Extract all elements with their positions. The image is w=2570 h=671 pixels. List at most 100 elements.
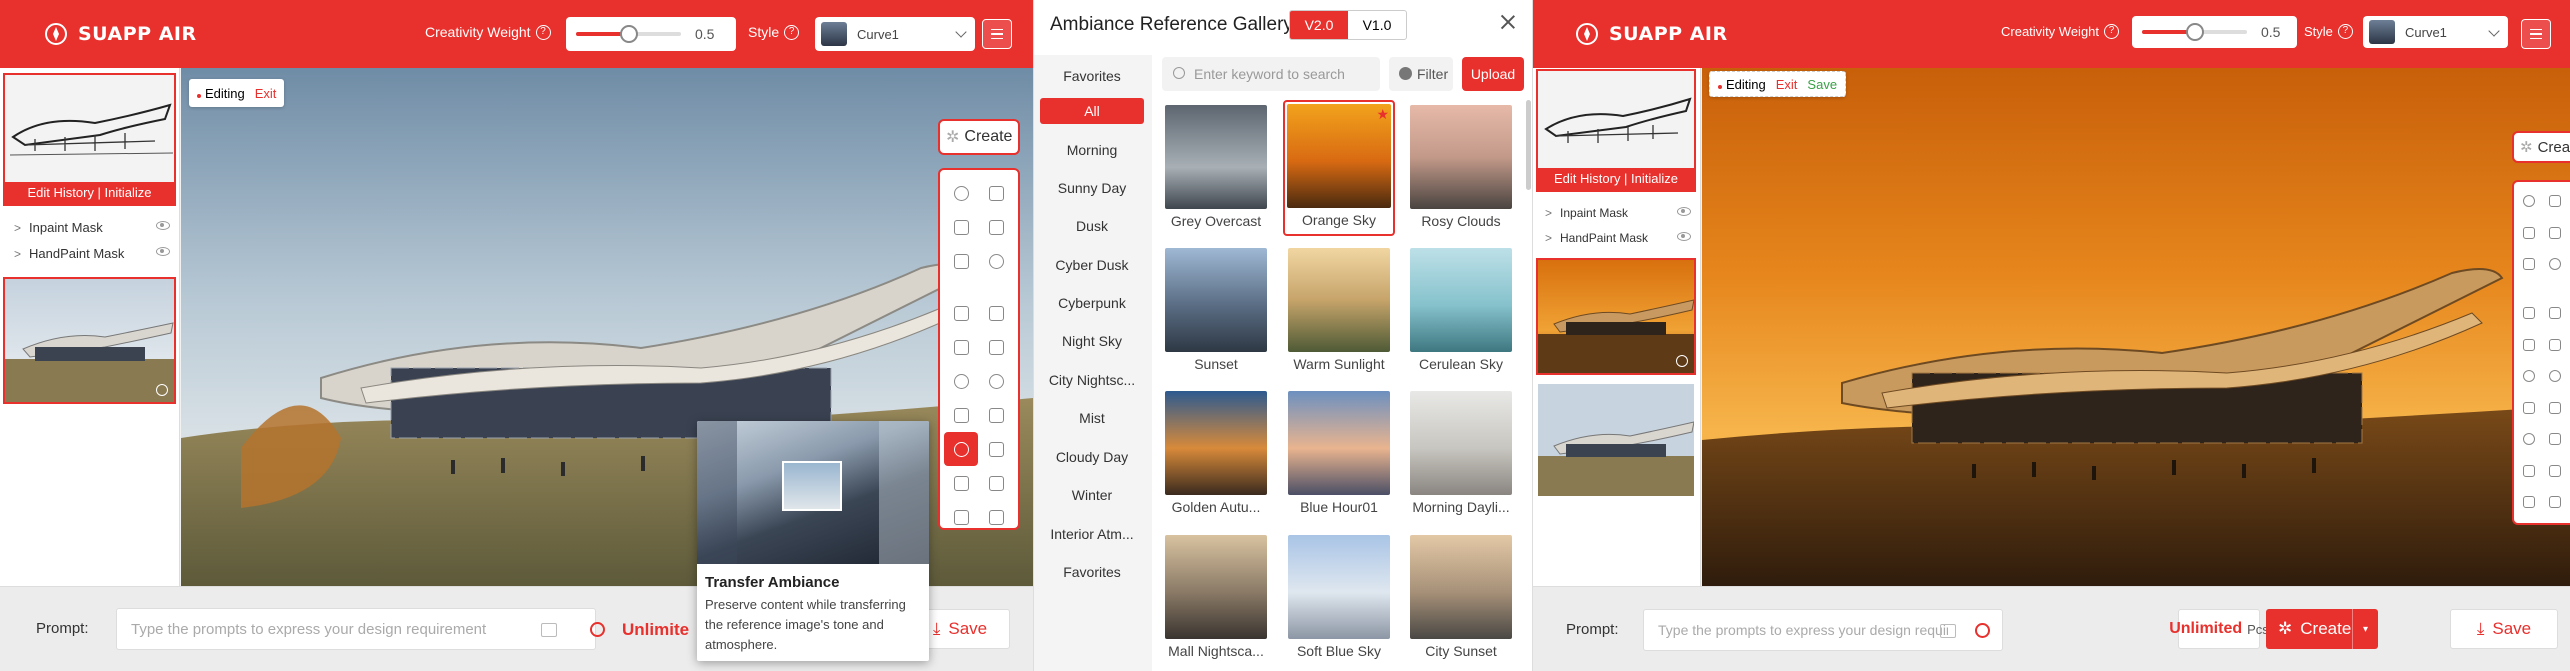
style-select[interactable]: Curve1 xyxy=(815,17,975,51)
creativity-weight-slider[interactable]: 0.5 xyxy=(566,17,736,51)
prompt-input[interactable]: Type the prompts to express your design … xyxy=(1643,609,2003,651)
gallery-item-selected[interactable]: ★ Orange Sky xyxy=(1283,100,1395,236)
category-item[interactable]: City Nightsc... xyxy=(1040,367,1144,393)
settings-sliders-icon[interactable] xyxy=(979,466,1013,500)
create-tool-button[interactable]: ✲Create xyxy=(2512,131,2570,163)
create-tool-button[interactable]: ✲Create xyxy=(938,119,1021,155)
target-icon[interactable] xyxy=(2542,361,2568,391)
select-icon[interactable] xyxy=(2516,218,2542,248)
upscale-icon[interactable] xyxy=(979,500,1013,534)
layer-handpaint-mask[interactable]: > HandPaint Mask xyxy=(1545,231,1693,245)
category-item[interactable]: Night Sky xyxy=(1040,328,1144,354)
category-item[interactable]: Sunny Day xyxy=(1040,175,1144,201)
erase-icon[interactable] xyxy=(979,210,1013,244)
prompt-input[interactable]: Type the prompts to express your design … xyxy=(116,608,596,650)
inpaint-icon[interactable] xyxy=(944,330,978,364)
help-icon[interactable]: ? xyxy=(2337,24,2353,39)
gallery-item[interactable]: Warm Sunlight xyxy=(1286,246,1392,378)
gallery-item[interactable]: Mall Nightsca... xyxy=(1163,533,1269,665)
create-button[interactable]: ✲ Create ▾ xyxy=(2266,609,2378,649)
transfer-ambiance-icon[interactable] xyxy=(944,432,978,466)
version-v2[interactable]: V2.0 xyxy=(1290,11,1348,39)
help-icon[interactable]: ? xyxy=(2104,24,2120,39)
category-item[interactable]: Dusk xyxy=(1040,213,1144,239)
slider-track[interactable] xyxy=(576,25,681,43)
creativity-weight-slider[interactable]: 0.5 xyxy=(2132,16,2297,48)
eye-icon[interactable] xyxy=(156,247,170,256)
brand-logo[interactable]: SUAPP AIR xyxy=(1575,22,1728,46)
help-icon[interactable]: ? xyxy=(784,24,800,40)
category-item[interactable]: Favorites xyxy=(1040,63,1144,89)
light-icon[interactable] xyxy=(944,364,978,398)
select-icon[interactable] xyxy=(944,210,978,244)
target-icon[interactable] xyxy=(979,364,1013,398)
upload-button[interactable]: Upload xyxy=(1462,57,1524,91)
expand-icon[interactable] xyxy=(2516,456,2542,486)
category-item[interactable]: Cyberpunk xyxy=(1040,290,1144,316)
gallery-item[interactable]: Blue Hour01 xyxy=(1286,389,1392,521)
save-link[interactable]: Save xyxy=(1807,77,1837,92)
lasso-icon[interactable] xyxy=(979,176,1013,210)
slider-knob[interactable] xyxy=(2185,23,2204,41)
filter-button[interactable]: Filter xyxy=(1389,57,1453,91)
upscale-icon[interactable] xyxy=(2542,487,2568,517)
refresh-prompt-icon[interactable] xyxy=(590,622,605,637)
gallery-item[interactable]: Morning Dayli... xyxy=(1408,389,1514,521)
settings-sliders-icon[interactable] xyxy=(2542,456,2568,486)
regenerate-icon[interactable] xyxy=(1676,355,1688,367)
person-icon[interactable] xyxy=(979,330,1013,364)
gallery-icon[interactable] xyxy=(979,398,1013,432)
gallery-item[interactable]: Grey Overcast xyxy=(1163,103,1269,235)
create-options-chevron-icon[interactable]: ▾ xyxy=(2352,609,2378,649)
eye-icon[interactable] xyxy=(1677,232,1691,241)
eye-icon[interactable] xyxy=(1677,207,1691,216)
gallery-scrollbar[interactable] xyxy=(1526,100,1531,190)
expand-icon[interactable] xyxy=(944,466,978,500)
category-item-all[interactable]: All xyxy=(1040,98,1144,124)
inpaint-icon[interactable] xyxy=(2516,330,2542,360)
gallery-item[interactable]: Golden Autu... xyxy=(1163,389,1269,521)
layer-handpaint-mask[interactable]: > HandPaint Mask xyxy=(14,246,172,261)
gallery-icon[interactable] xyxy=(2542,393,2568,423)
light-icon[interactable] xyxy=(2516,361,2542,391)
gallery-item[interactable]: Soft Blue Sky xyxy=(1286,533,1392,665)
close-icon[interactable] xyxy=(1500,14,1516,30)
history-item-sketch[interactable]: Edit History | Initialize xyxy=(3,73,176,206)
gallery-item[interactable]: City Sunset xyxy=(1408,533,1514,665)
image-icon[interactable] xyxy=(944,296,978,330)
material-icon[interactable] xyxy=(2516,393,2542,423)
menu-button[interactable] xyxy=(2521,19,2551,49)
category-item[interactable]: Interior Atm... xyxy=(1040,521,1144,547)
help-icon[interactable]: ? xyxy=(535,24,551,40)
eye-icon[interactable] xyxy=(156,221,170,230)
history-item-sketch[interactable]: Edit History | Initialize xyxy=(1536,69,1696,192)
slider-track[interactable] xyxy=(2142,23,2247,41)
refresh-icon[interactable] xyxy=(979,244,1013,278)
picture-icon[interactable] xyxy=(979,432,1013,466)
category-item[interactable]: Favorites xyxy=(1040,559,1144,585)
exit-link[interactable]: Exit xyxy=(1776,77,1798,92)
regenerate-icon[interactable] xyxy=(156,384,168,396)
category-item[interactable]: Mist xyxy=(1040,405,1144,431)
crop-area-icon[interactable] xyxy=(2516,249,2542,279)
main-canvas[interactable]: Editing Exit Save ✲Create xyxy=(1702,68,2570,586)
image-upload-icon[interactable] xyxy=(541,623,557,637)
material-icon[interactable] xyxy=(944,398,978,432)
pen-icon[interactable] xyxy=(979,296,1013,330)
layer-inpaint-mask[interactable]: > Inpaint Mask xyxy=(1545,206,1693,220)
person-icon[interactable] xyxy=(2542,330,2568,360)
history-item-orange[interactable] xyxy=(1536,258,1696,375)
menu-button[interactable] xyxy=(982,19,1012,49)
category-item[interactable]: Winter xyxy=(1040,482,1144,508)
brand-logo[interactable]: SUAPP AIR xyxy=(44,22,197,46)
picture-icon[interactable] xyxy=(2542,424,2568,454)
brush-icon[interactable] xyxy=(944,176,978,210)
pen-icon[interactable] xyxy=(2542,298,2568,328)
star-icon[interactable]: ★ xyxy=(1376,106,1389,123)
image-icon[interactable] xyxy=(2516,298,2542,328)
gallery-search-input[interactable]: Enter keyword to search xyxy=(1162,57,1380,91)
gallery-item[interactable]: Rosy Clouds xyxy=(1408,103,1514,235)
version-v1[interactable]: V1.0 xyxy=(1348,11,1406,39)
category-item[interactable]: Cloudy Day xyxy=(1040,444,1144,470)
lasso-icon[interactable] xyxy=(2542,186,2568,216)
